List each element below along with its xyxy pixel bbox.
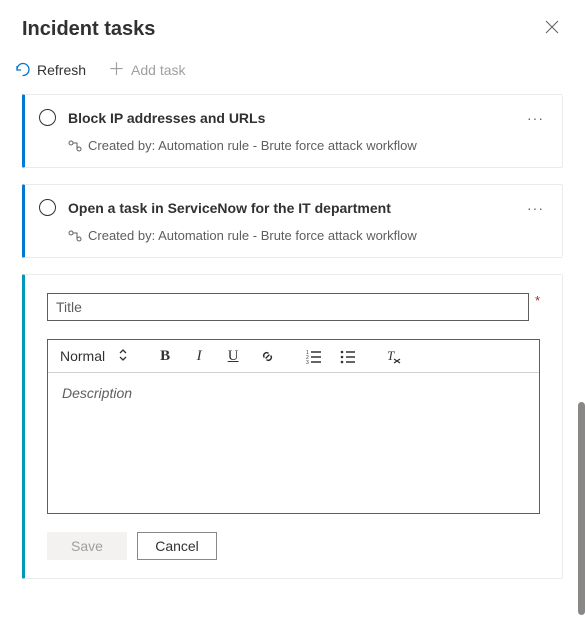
rich-text-editor: Normal B I U 123 [47,339,540,514]
required-indicator: * [535,293,540,308]
svg-text:3: 3 [306,360,309,364]
task-header: Block IP addresses and URLs ··· [39,109,546,126]
clear-format-icon: T [386,349,401,364]
refresh-label: Refresh [37,62,86,78]
content-area: Block IP addresses and URLs ··· Created … [0,94,585,612]
svg-text:T: T [387,349,395,363]
plus-icon: ＋ [108,61,125,78]
bold-button[interactable]: B [157,348,173,364]
task-subline: Created by: Automation rule - Brute forc… [68,138,546,153]
editor-toolbar: Normal B I U 123 [48,340,539,373]
task-title-input[interactable] [47,293,529,321]
task-more-button[interactable]: ··· [525,200,546,216]
task-subline: Created by: Automation rule - Brute forc… [68,228,546,243]
format-group-list: 123 [305,348,355,364]
ordered-list-icon: 123 [306,349,321,364]
close-button[interactable] [541,18,563,39]
add-task-button[interactable]: ＋ Add task [104,59,189,80]
scrollbar-thumb[interactable] [578,402,585,615]
task-created-by: Created by: Automation rule - Brute forc… [88,228,417,243]
panel-header: Incident tasks [0,0,585,51]
toolbar: Refresh ＋ Add task [0,51,585,94]
automation-icon [68,229,82,243]
refresh-button[interactable]: Refresh [10,59,90,80]
clear-format-button[interactable]: T [385,348,401,364]
task-more-button[interactable]: ··· [525,110,546,126]
description-textarea[interactable]: Description [48,373,539,513]
task-header: Open a task in ServiceNow for the IT dep… [39,199,546,216]
task-complete-toggle[interactable] [39,109,56,126]
automation-icon [68,139,82,153]
task-created-by: Created by: Automation rule - Brute forc… [88,138,417,153]
task-complete-toggle[interactable] [39,199,56,216]
add-task-label: Add task [131,62,185,78]
close-icon [545,20,559,34]
button-row: Save Cancel [47,532,540,560]
italic-button[interactable]: I [191,348,207,364]
save-button[interactable]: Save [47,532,127,560]
title-row: * [47,293,540,321]
new-task-card: * Normal B I U [22,274,563,579]
underline-button[interactable]: U [225,348,241,364]
task-card[interactable]: Block IP addresses and URLs ··· Created … [22,94,563,168]
unordered-list-icon [340,349,355,364]
ordered-list-button[interactable]: 123 [305,348,321,364]
unordered-list-button[interactable] [339,348,355,364]
link-button[interactable] [259,348,275,364]
format-label: Normal [60,348,105,364]
panel-title: Incident tasks [22,18,155,41]
format-dropdown[interactable]: Normal [60,348,127,364]
cancel-button[interactable]: Cancel [137,532,217,560]
task-title: Open a task in ServiceNow for the IT dep… [68,200,513,216]
format-group-text: B I U [157,348,275,364]
task-title: Block IP addresses and URLs [68,110,513,126]
link-icon [260,349,275,364]
format-group-clear: T [385,348,401,364]
description-placeholder: Description [62,385,525,401]
dropdown-caret-icon [119,349,127,364]
task-card[interactable]: Open a task in ServiceNow for the IT dep… [22,184,563,258]
refresh-icon [14,61,31,78]
